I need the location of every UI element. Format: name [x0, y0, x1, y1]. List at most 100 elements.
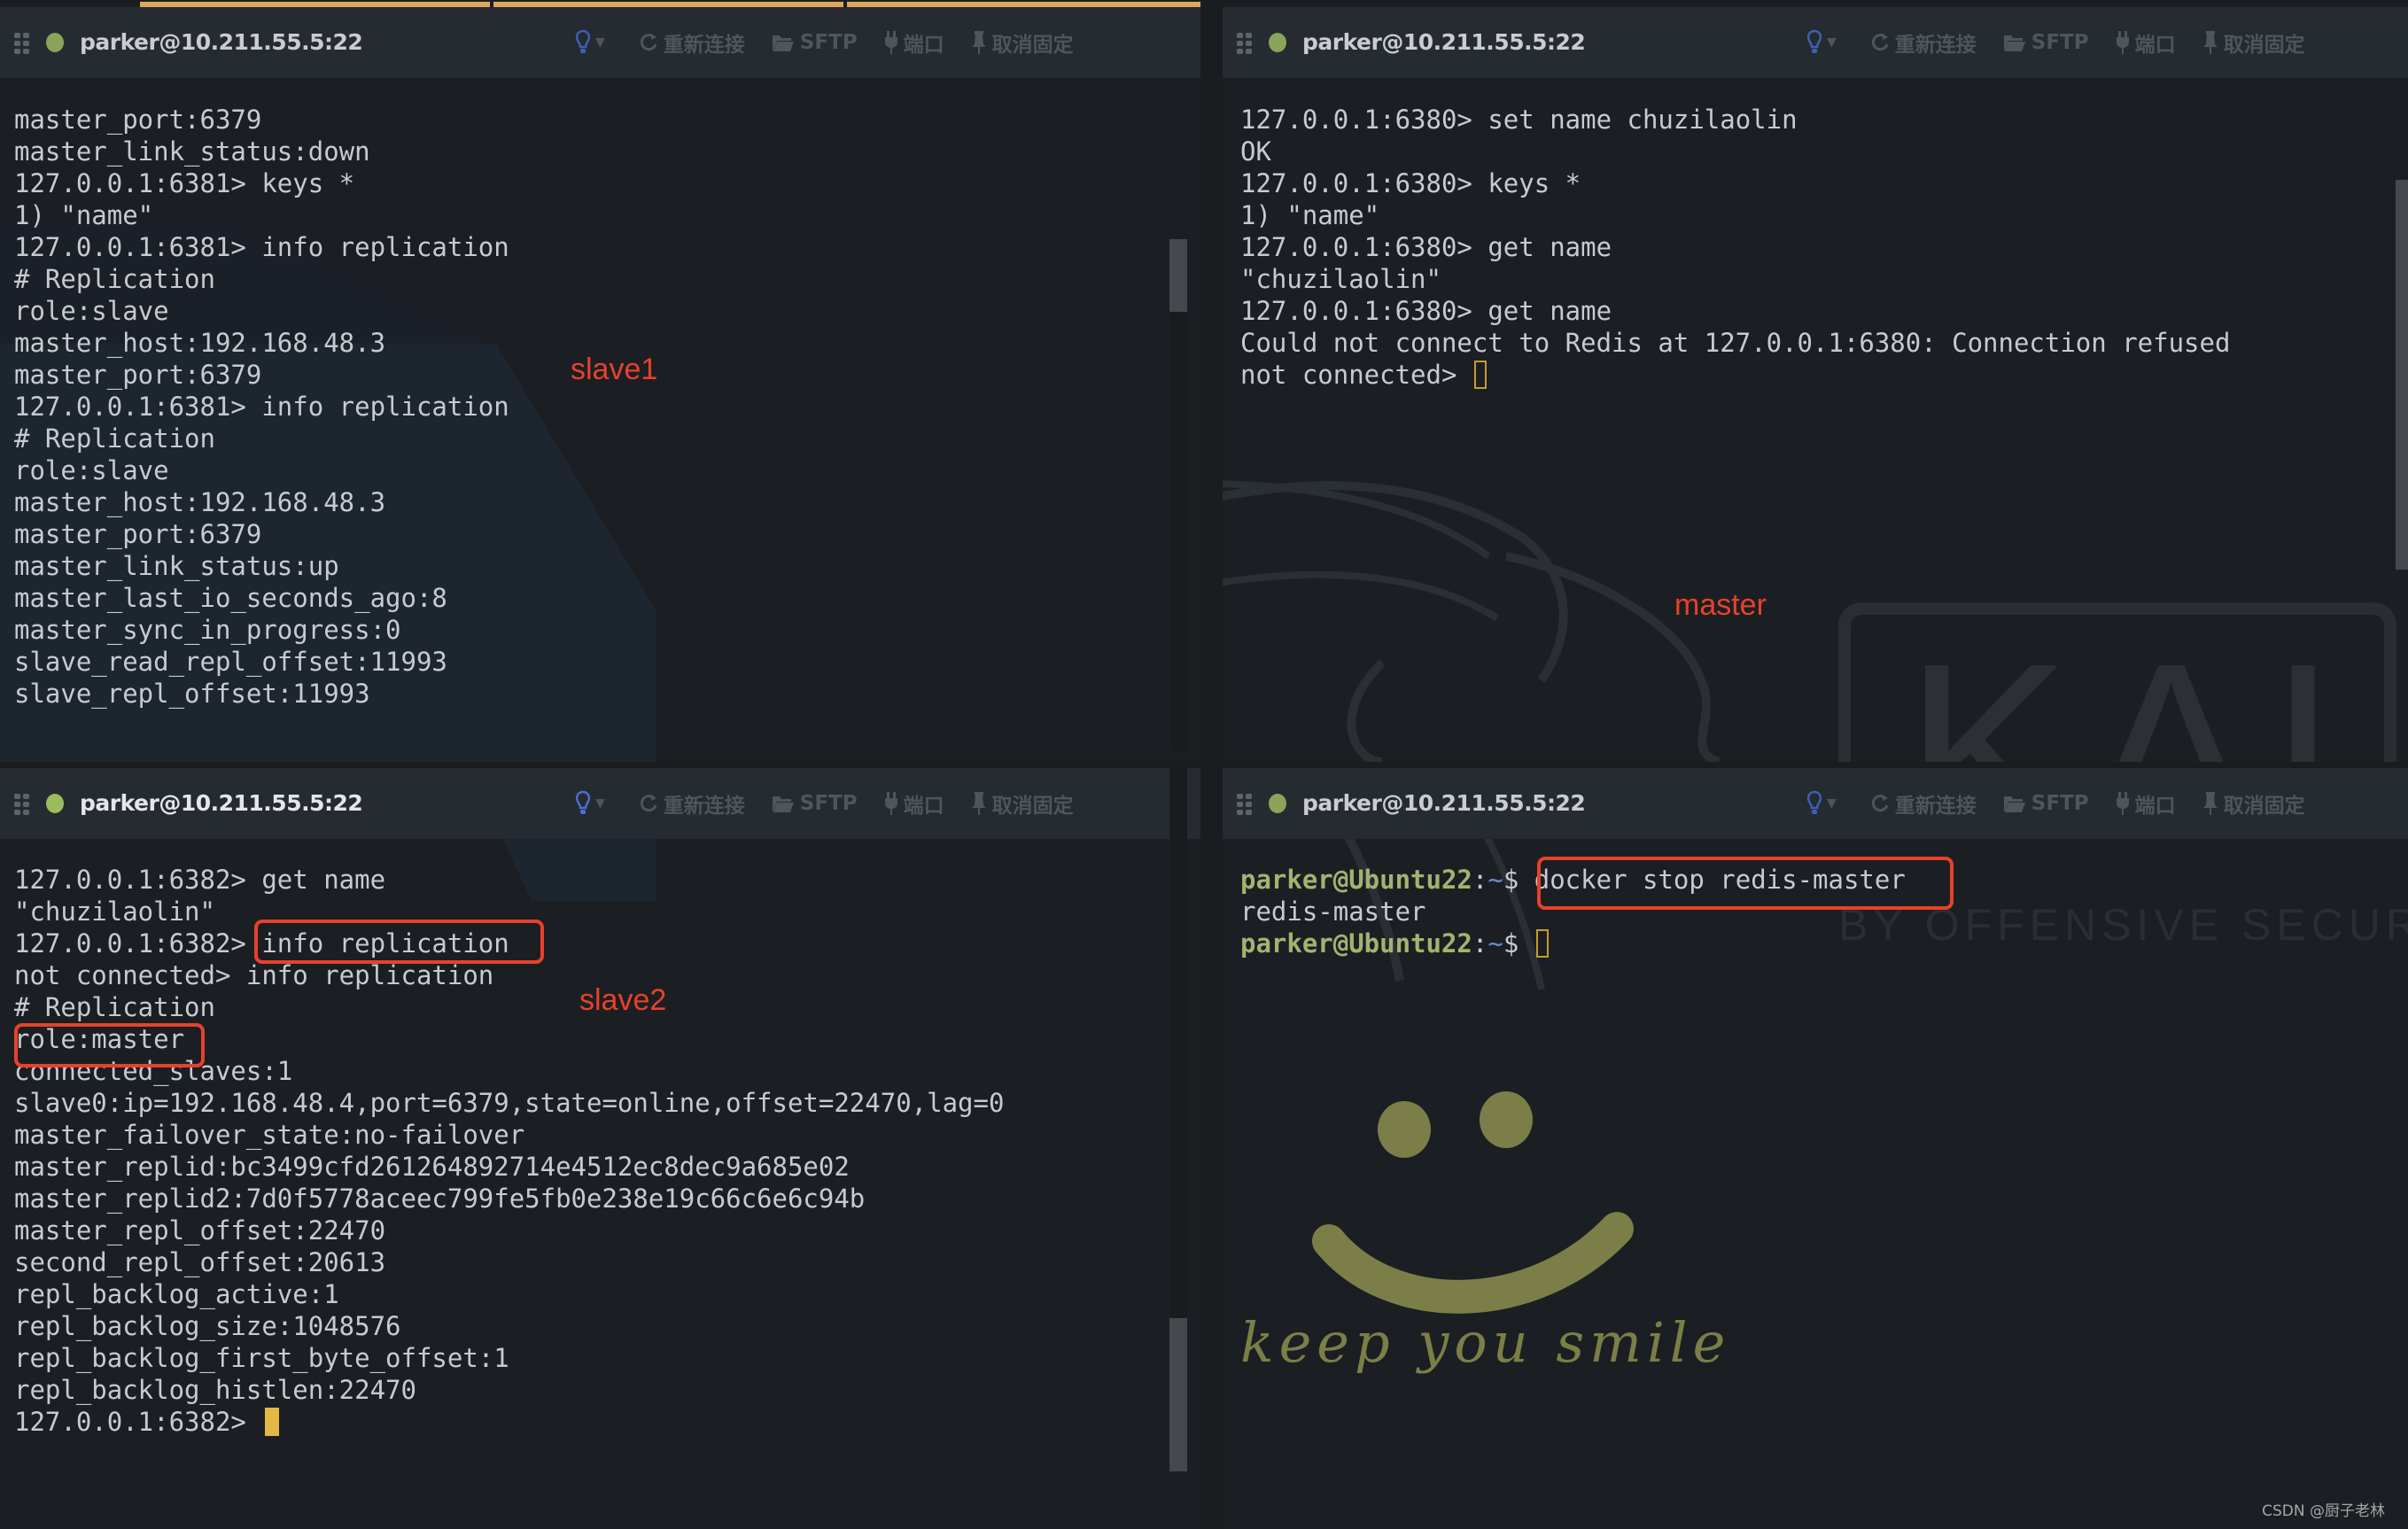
prompt-separator: :	[1472, 928, 1488, 959]
pin-icon	[2202, 792, 2218, 815]
folder-icon	[2003, 796, 2025, 812]
scrollbar-track[interactable]	[1169, 768, 1187, 1317]
refresh-icon	[640, 34, 657, 51]
pane-header: parker@10.211.55.5:22 ▼ 重新连接 SFTP 端口 取消固…	[0, 768, 1200, 839]
terminal-output[interactable]: 127.0.0.1:6380> set name chuzilaolin OK 12…	[1240, 104, 2230, 391]
scrollbar-track[interactable]	[1169, 255, 1187, 751]
reconnect-label: 重新连接	[663, 795, 745, 818]
unpin-button[interactable]: 取消固定	[971, 788, 1074, 819]
drag-handle-icon[interactable]	[14, 33, 30, 54]
horizontal-divider[interactable]	[0, 762, 2408, 768]
port-label: 端口	[2134, 795, 2176, 818]
terminal-pane-bottom-left[interactable]: parker@10.211.55.5:22 ▼ 重新连接 SFTP 端口 取消固…	[0, 768, 1200, 1529]
terminal-line: # Replication	[14, 264, 215, 294]
hint-dropdown[interactable]: ▼	[1807, 29, 1837, 56]
terminal-pane-top-right[interactable]: KALI parker@10.211.55.5:22 ▼ 重新连接 SFTP	[1223, 7, 2408, 762]
terminal-cursor	[1535, 929, 1549, 958]
scrollbar-thumb[interactable]	[1169, 1318, 1187, 1471]
drag-handle-icon[interactable]	[1237, 794, 1253, 815]
session-host: parker@10.211.55.5:22	[1302, 790, 1586, 816]
hint-dropdown[interactable]: ▼	[576, 29, 605, 56]
terminal-line: master_link_status:down	[14, 136, 370, 167]
current-prompt-line[interactable]: not connected>	[1240, 359, 2230, 391]
terminal-line: repl_backlog_first_byte_offset:1	[14, 1343, 509, 1373]
connection-status-dot	[46, 794, 64, 813]
terminal-line: master_replid:bc3499cfd261264892714e4512…	[14, 1152, 850, 1182]
port-button[interactable]: 端口	[884, 27, 944, 58]
port-label: 端口	[2134, 34, 2176, 57]
reconnect-button[interactable]: 重新连接	[1871, 27, 1977, 58]
unpin-label: 取消固定	[2223, 795, 2305, 818]
reconnect-label: 重新连接	[1894, 34, 1977, 57]
sftp-label: SFTP	[799, 31, 858, 54]
terminal-line: # Replication	[14, 992, 215, 1022]
pane-toolbar: ▼ 重新连接 SFTP 端口 取消固定	[576, 788, 1100, 819]
port-label: 端口	[903, 795, 944, 818]
highlight-box-role-master	[14, 1023, 205, 1067]
terminal-line: 1) "name"	[14, 200, 154, 230]
terminal-line: 127.0.0.1:6381> info replication	[14, 392, 509, 422]
scrollbar-thumb[interactable]	[1169, 239, 1187, 312]
terminal-line: 127.0.0.1:6382> get name	[14, 865, 386, 895]
terminal-line: slave0:ip=192.168.48.4,port=6379,state=o…	[14, 1088, 1005, 1118]
kali-logo-text: KALI	[1905, 613, 2408, 762]
terminal-line: # Replication	[14, 423, 215, 454]
vertical-divider[interactable]	[1200, 7, 1223, 1529]
prompt-sigil: $	[1503, 865, 1534, 895]
unpin-label: 取消固定	[2223, 34, 2305, 57]
pane-toolbar: ▼ 重新连接 SFTP 端口 取消固定	[1807, 27, 2332, 58]
drag-handle-icon[interactable]	[1237, 33, 1253, 54]
chevron-down-icon: ▼	[1827, 35, 1837, 50]
pin-icon	[971, 792, 986, 815]
sftp-button[interactable]: SFTP	[2003, 31, 2089, 54]
terminal-line: master_port:6379	[14, 519, 262, 549]
chevron-down-icon: ▼	[1827, 796, 1837, 811]
port-label: 端口	[903, 34, 944, 57]
hint-dropdown[interactable]: ▼	[1807, 790, 1837, 817]
port-button[interactable]: 端口	[884, 788, 944, 819]
session-host: parker@10.211.55.5:22	[80, 29, 363, 55]
terminal-line: role:slave	[14, 296, 169, 326]
sftp-label: SFTP	[799, 792, 858, 815]
prompt-path: ~	[1488, 928, 1503, 959]
pane-toolbar: ▼ 重新连接 SFTP 端口 取消固定	[576, 27, 1100, 58]
sftp-button[interactable]: SFTP	[2003, 792, 2089, 815]
hint-dropdown[interactable]: ▼	[576, 790, 605, 817]
terminal-pane-bottom-right[interactable]: BY OFFENSIVE SECURITY parker@10.211.55.5…	[1223, 768, 2408, 1529]
prompt-sigil: $	[1503, 928, 1534, 959]
terminal-pane-top-left[interactable]: parker@10.211.55.5:22 ▼ 重新连接 SFTP 端口 取消固…	[0, 7, 1200, 762]
sftp-button[interactable]: SFTP	[772, 31, 858, 54]
reconnect-button[interactable]: 重新连接	[1871, 788, 1977, 819]
current-prompt-line[interactable]: 127.0.0.1:6382>	[14, 1406, 1004, 1438]
terminal-output[interactable]: master_port:6379 master_link_status:down 1…	[14, 104, 509, 710]
reconnect-button[interactable]: 重新连接	[640, 27, 745, 58]
refresh-icon	[1871, 795, 1889, 812]
reconnect-label: 重新连接	[663, 34, 745, 57]
lightbulb-icon	[1807, 790, 1822, 814]
terminal-line: master_host:192.168.48.3	[14, 487, 386, 517]
current-prompt-line[interactable]: parker@Ubuntu22:~$	[1240, 927, 1906, 959]
terminal-line: repl_backlog_size:1048576	[14, 1311, 401, 1341]
annotation-label: master	[1674, 588, 1767, 622]
terminal-cursor	[1473, 361, 1487, 389]
terminal-cursor	[265, 1408, 280, 1436]
prompt-user: parker@Ubuntu22	[1240, 928, 1472, 959]
terminal-line: 127.0.0.1:6380> get name	[1240, 296, 1612, 326]
unpin-button[interactable]: 取消固定	[971, 27, 1074, 58]
prompt-user: parker@Ubuntu22	[1240, 865, 1472, 895]
terminal-line: OK	[1240, 136, 1271, 167]
unpin-button[interactable]: 取消固定	[2202, 27, 2305, 58]
scrollbar-thumb[interactable]	[2396, 180, 2408, 570]
sftp-button[interactable]: SFTP	[772, 792, 858, 815]
refresh-icon	[1871, 34, 1889, 51]
connection-status-dot	[1269, 794, 1286, 813]
chevron-down-icon: ▼	[595, 796, 605, 811]
terminal-line: master_failover_state:no-failover	[14, 1120, 525, 1150]
port-button[interactable]: 端口	[2116, 27, 2176, 58]
unpin-label: 取消固定	[991, 34, 1074, 57]
pin-icon	[971, 31, 986, 54]
unpin-button[interactable]: 取消固定	[2202, 788, 2305, 819]
reconnect-button[interactable]: 重新连接	[640, 788, 745, 819]
drag-handle-icon[interactable]	[14, 794, 30, 815]
port-button[interactable]: 端口	[2116, 788, 2176, 819]
